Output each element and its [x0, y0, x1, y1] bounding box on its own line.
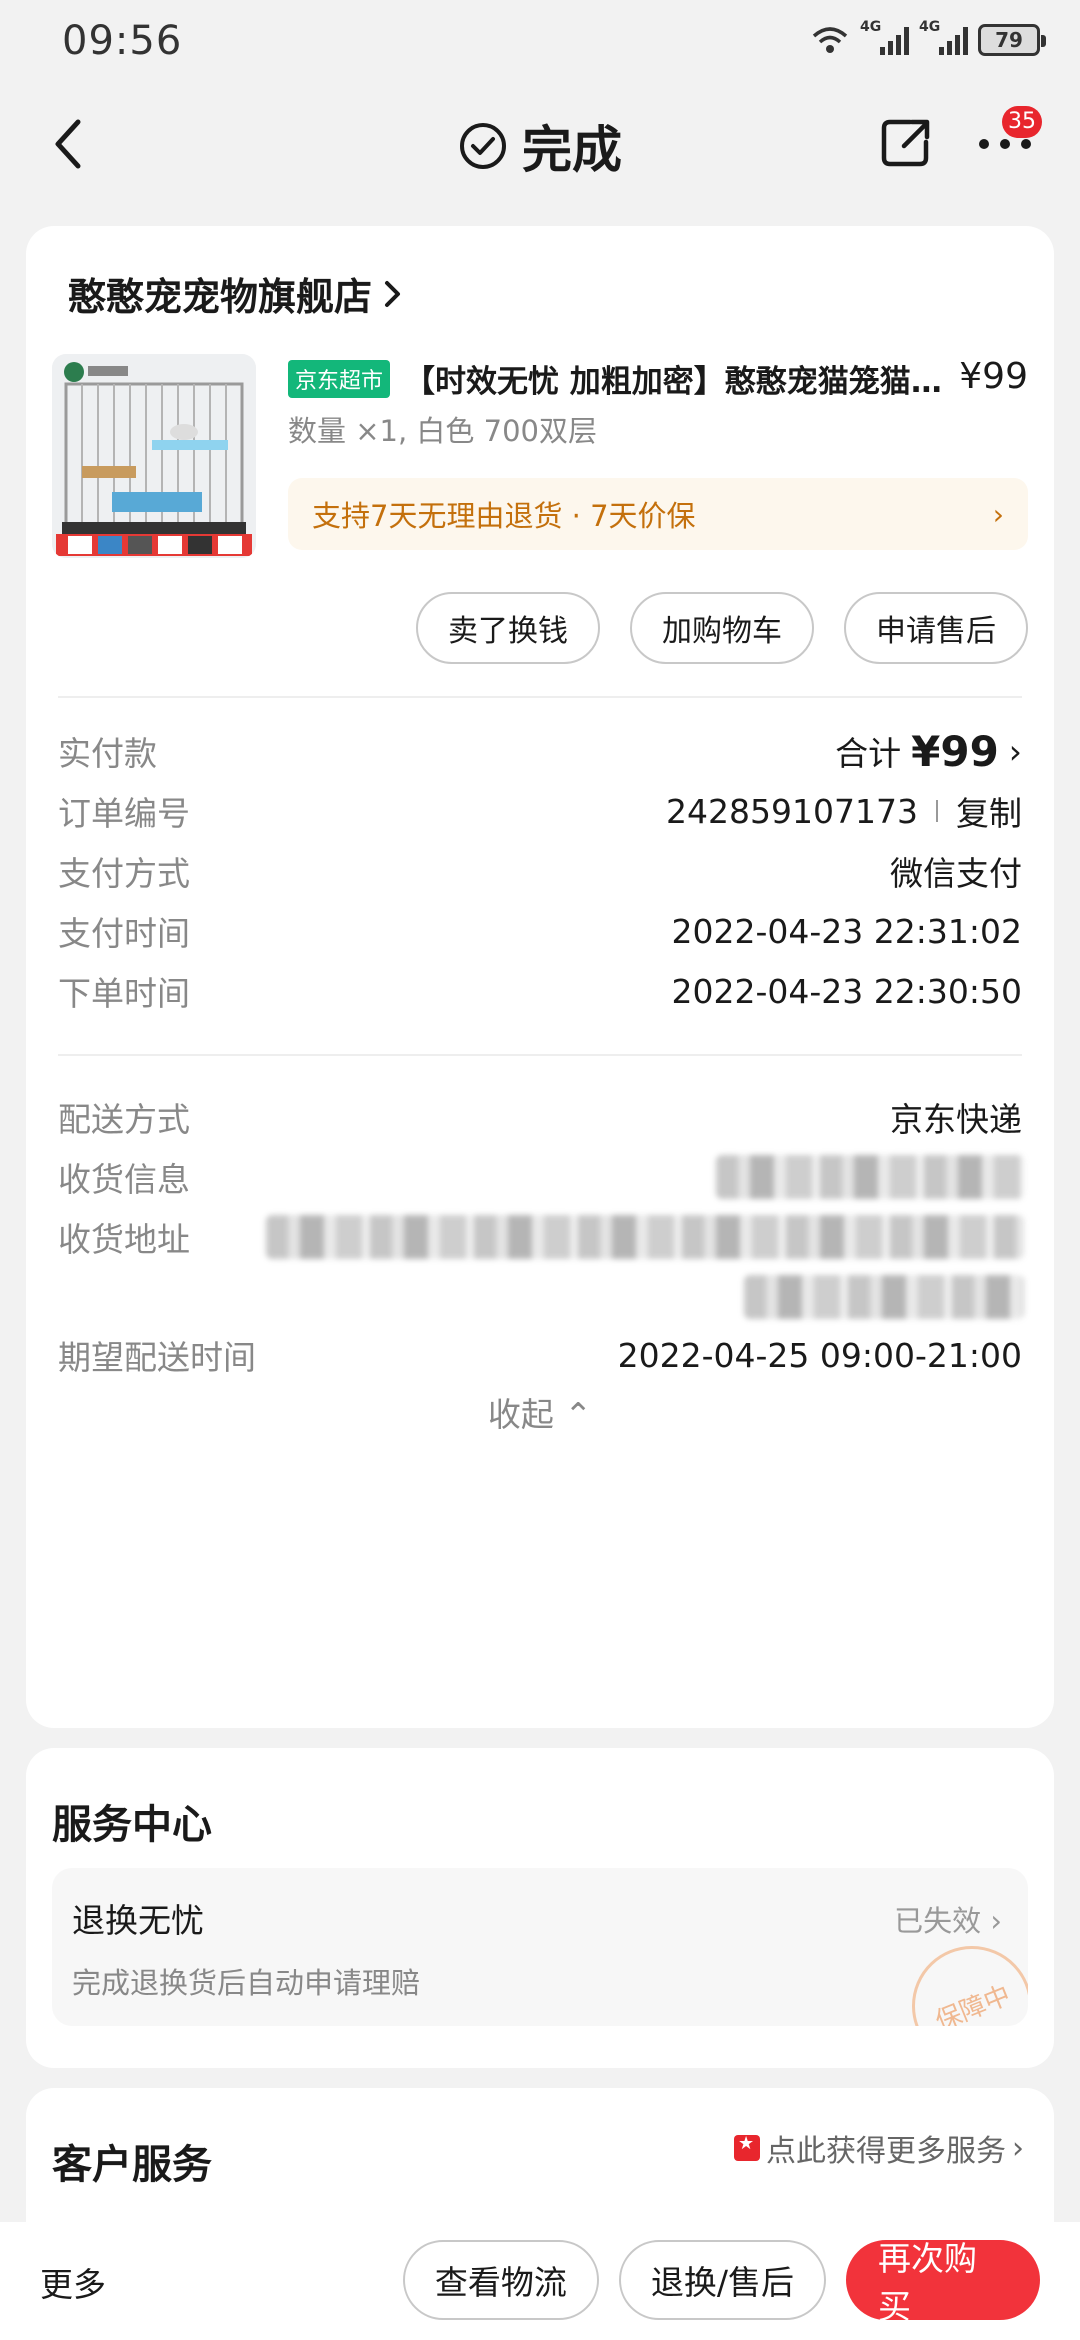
service-center-title: 服务中心 — [52, 1802, 212, 1848]
delivery-method-label: 配送方式 — [58, 1100, 190, 1139]
service-item-desc: 完成退换货后自动申请理赔 — [72, 1966, 421, 2000]
collapse-toggle[interactable]: 收起 ⌃ — [26, 1388, 1054, 1436]
cell-signal-icon: 4G — [860, 19, 909, 55]
pay-method-label: 支付方式 — [58, 854, 190, 893]
more-services-link[interactable]: 点此获得更多服务 › — [734, 2126, 1024, 2170]
copy-button[interactable]: 复制 — [956, 787, 1022, 835]
product-name: 【时效无忧 加粗加密】憨憨宠猫笼猫别墅 — [404, 364, 948, 400]
order-number-label: 订单编号 — [58, 794, 190, 833]
service-item-name: 退换无忧 — [72, 1901, 204, 1940]
product-thumbnail[interactable] — [52, 354, 256, 558]
battery-icon: 79 — [978, 24, 1046, 56]
buy-again-button[interactable]: 再次购买 — [846, 2239, 1040, 2326]
add-to-cart-button[interactable]: 加购物车 — [630, 592, 814, 664]
divider — [58, 696, 1022, 698]
status-bar: 09:56 4G 4G 79 — [0, 0, 1080, 80]
delivery-method-value: 京东快递 — [890, 1100, 1022, 1139]
store-name: 憨憨宠宠物旗舰店 — [68, 275, 373, 319]
order-time-row: 下单时间 2022-04-23 22:30:50 — [58, 966, 1022, 1016]
redacted-address-line2 — [744, 1275, 1024, 1319]
service-item[interactable]: 退换无忧 已失效 › 完成退换货后自动申请理赔 保障中 — [52, 1868, 1028, 2026]
more-button[interactable]: 更多 — [40, 2258, 106, 2306]
star-flag-icon — [734, 2133, 760, 2161]
bottom-action-bar: 更多 查看物流 退换/售后 再次购买 — [0, 2222, 1080, 2340]
status-time: 09:56 — [62, 18, 183, 64]
more-services-text: 点此获得更多服务 — [766, 2134, 1006, 2169]
sell-button[interactable]: 卖了换钱 — [416, 592, 600, 664]
product-spec: 数量 ×1, 白色 700双层 — [288, 414, 597, 448]
expected-time-label: 期望配送时间 — [58, 1338, 256, 1377]
paid-amount: ¥99 — [911, 726, 999, 776]
redacted-address-line1 — [266, 1215, 1024, 1259]
order-time-label: 下单时间 — [58, 974, 190, 1013]
receiver-label: 收货信息 — [58, 1160, 190, 1199]
chevron-right-icon: › — [992, 497, 1004, 531]
product-service-banner[interactable]: 支持7天无理由退货 · 7天价保 › — [288, 478, 1028, 550]
bottom-buttons: 查看物流 退换/售后 再次购买 — [402, 2239, 1040, 2326]
order-time-value: 2022-04-23 22:30:50 — [671, 971, 1022, 1011]
status-icons: 4G 4G 79 — [810, 18, 1046, 62]
order-card: 憨憨宠宠物旗舰店 京东超市 【时效无忧 加粗加密】憨憨宠猫笼猫别墅 ¥99 数量… — [26, 226, 1054, 1728]
chevron-right-icon: › — [1012, 2130, 1024, 2166]
redacted-receiver — [716, 1155, 1024, 1199]
collapse-label: 收起 — [487, 1395, 554, 1434]
product-actions: 卖了换钱 加购物车 申请售后 — [416, 592, 1028, 664]
paid-row[interactable]: 实付款 合计 ¥99 › — [58, 726, 1022, 776]
nav-bar: 完成 35 — [0, 90, 1080, 200]
service-text: 支持7天无理由退货 · 7天价保 — [312, 499, 696, 533]
return-after-sale-button[interactable]: 退换/售后 — [618, 2240, 826, 2320]
pay-method-value: 微信支付 — [890, 854, 1022, 893]
customer-service-title: 客户服务 — [52, 2142, 212, 2188]
pay-time-row: 支付时间 2022-04-23 22:31:02 — [58, 906, 1022, 956]
share-icon[interactable] — [880, 116, 932, 168]
chevron-up-icon: ⌃ — [564, 1395, 593, 1434]
page-title-text: 完成 — [522, 121, 622, 179]
chevron-right-icon — [385, 280, 401, 307]
separator — [936, 800, 938, 822]
pay-method-row: 支付方式 微信支付 — [58, 846, 1022, 896]
paid-prefix: 合计 — [835, 734, 902, 773]
view-logistics-button[interactable]: 查看物流 — [402, 2240, 599, 2320]
store-link[interactable]: 憨憨宠宠物旗舰店 — [68, 266, 404, 321]
expected-time-value: 2022-04-25 09:00-21:00 — [617, 1335, 1022, 1375]
check-circle-icon — [460, 123, 506, 169]
after-sale-button[interactable]: 申请售后 — [844, 592, 1028, 664]
divider — [58, 1054, 1022, 1056]
message-badge: 35 — [1002, 106, 1042, 138]
product-price: ¥99 — [959, 356, 1028, 397]
expected-time-row: 期望配送时间 2022-04-25 09:00-21:00 — [58, 1330, 1022, 1380]
cell-signal-icon-2: 4G — [919, 19, 968, 55]
delivery-method-row: 配送方式 京东快递 — [58, 1092, 1022, 1142]
wifi-icon — [812, 27, 848, 53]
pay-time-value: 2022-04-23 22:31:02 — [671, 911, 1022, 951]
guarantee-stamp: 保障中 — [893, 1927, 1028, 2026]
pay-time-label: 支付时间 — [58, 914, 190, 953]
service-item-status: 已失效 › — [894, 1904, 1002, 1938]
chevron-right-icon: › — [1008, 731, 1022, 771]
cat-cage-image — [52, 354, 256, 558]
address-label: 收货地址 — [58, 1220, 190, 1259]
paid-label: 实付款 — [58, 734, 157, 773]
order-number-value: 242859107173 — [666, 791, 918, 831]
service-center-card: 服务中心 退换无忧 已失效 › 完成退换货后自动申请理赔 保障中 — [26, 1748, 1054, 2068]
product-title[interactable]: 京东超市 【时效无忧 加粗加密】憨憨宠猫笼猫别墅 — [288, 356, 948, 401]
jd-supermarket-tag: 京东超市 — [288, 359, 391, 398]
order-number-row: 订单编号 242859107173 复制 — [58, 786, 1022, 836]
